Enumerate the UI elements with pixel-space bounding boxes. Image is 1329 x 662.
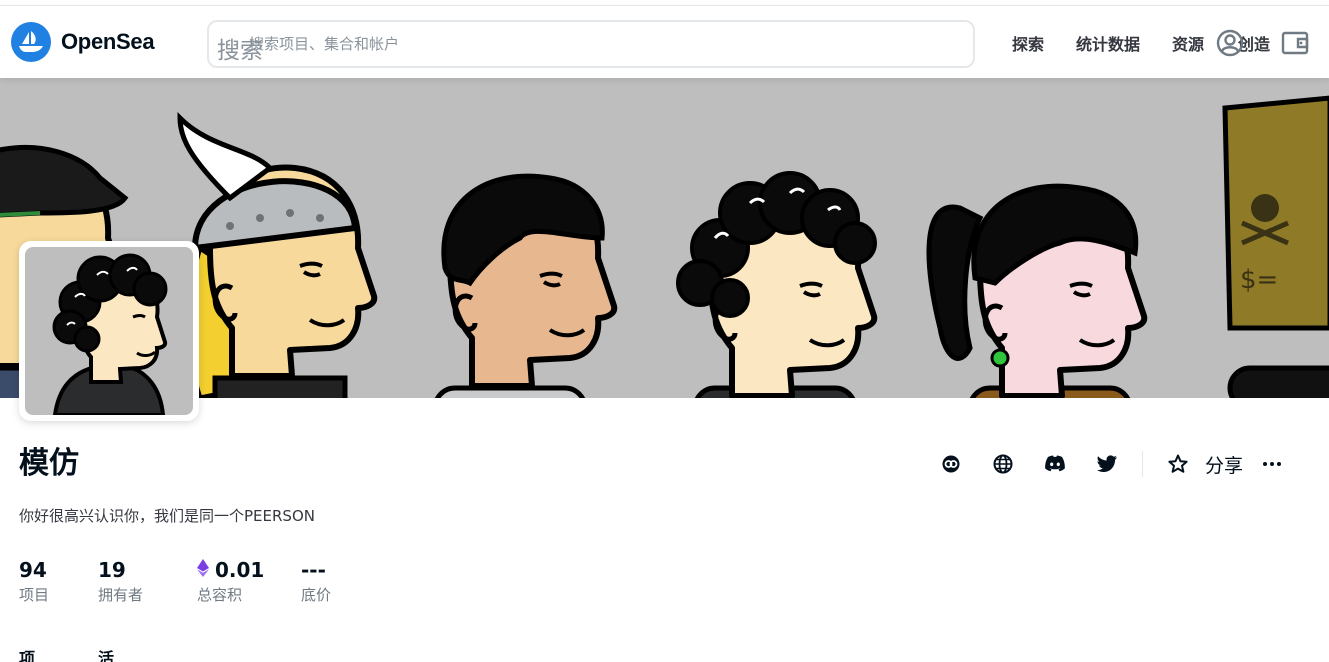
stat-floor-price[interactable]: --- 底价 bbox=[301, 558, 331, 605]
banner-character-ponytail bbox=[926, 183, 1144, 398]
collection-description: 你好很高兴认识你，我们是同一个PEERSON bbox=[19, 507, 315, 525]
discord-icon[interactable] bbox=[1040, 449, 1070, 479]
star-icon[interactable] bbox=[1163, 449, 1193, 479]
top-navigation-bar: OpenSea 搜索 探索 统计数据 资源 创造 bbox=[0, 6, 1329, 78]
search-box[interactable]: 搜索 bbox=[207, 20, 975, 68]
stat-floor-label: 底价 bbox=[301, 586, 332, 604]
more-options-icon[interactable] bbox=[1257, 449, 1287, 479]
stat-items-label: 项目 bbox=[19, 586, 50, 604]
actions-divider bbox=[1142, 451, 1143, 477]
banner-character-paperbag: $= bbox=[1222, 95, 1329, 398]
search-input[interactable] bbox=[249, 32, 949, 56]
stat-owners[interactable]: 19 拥有者 bbox=[98, 558, 143, 605]
stat-items[interactable]: 94 项目 bbox=[19, 558, 49, 605]
share-button[interactable]: 分享 bbox=[1205, 451, 1243, 478]
twitter-icon[interactable] bbox=[1092, 449, 1122, 479]
banner-character-curly bbox=[676, 171, 875, 398]
collection-avatar bbox=[19, 241, 199, 421]
nav-resources[interactable]: 资源 bbox=[1172, 31, 1204, 55]
stat-floor-value: --- bbox=[301, 558, 326, 582]
brand-name: OpenSea bbox=[61, 29, 155, 54]
website-link-icon[interactable] bbox=[936, 449, 966, 479]
opensea-logo[interactable]: OpenSea bbox=[11, 22, 155, 62]
stat-volume-label: 总容积 bbox=[197, 586, 243, 604]
stat-volume[interactable]: 0.01 总容积 bbox=[197, 558, 264, 605]
avatar-image bbox=[25, 247, 193, 415]
stat-owners-value: 19 bbox=[98, 558, 126, 582]
nav-explore[interactable]: 探索 bbox=[1012, 31, 1044, 55]
collection-banner: $= bbox=[0, 78, 1329, 398]
svg-text:$=: $= bbox=[1240, 265, 1278, 295]
stat-owners-label: 拥有者 bbox=[98, 586, 144, 604]
banner-character-hoodie bbox=[434, 173, 614, 398]
stat-volume-row: 0.01 bbox=[197, 558, 264, 582]
tab-items[interactable]: 项 bbox=[19, 645, 35, 662]
opensea-sailboat-icon bbox=[11, 22, 51, 62]
banner-character-viking bbox=[177, 111, 374, 398]
stat-volume-value: 0.01 bbox=[215, 558, 265, 582]
wallet-icon[interactable] bbox=[1280, 28, 1310, 58]
ethereum-icon bbox=[197, 558, 209, 582]
nav-stats[interactable]: 统计数据 bbox=[1076, 31, 1140, 55]
account-icon[interactable] bbox=[1215, 28, 1245, 58]
stat-items-value: 94 bbox=[19, 558, 47, 582]
collection-actions: 分享 bbox=[936, 446, 1287, 482]
globe-icon[interactable] bbox=[988, 449, 1018, 479]
collection-title: 模仿 bbox=[19, 446, 79, 481]
tab-activity[interactable]: 活 bbox=[98, 645, 114, 662]
